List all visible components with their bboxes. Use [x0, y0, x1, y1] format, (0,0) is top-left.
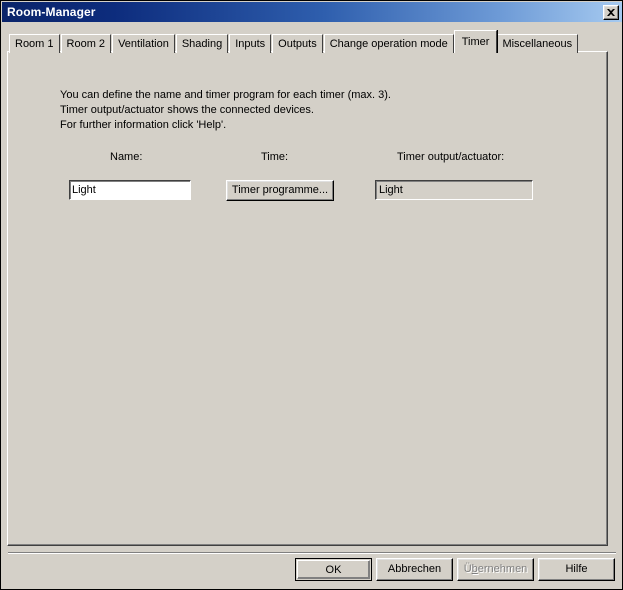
ok-button[interactable]: OK: [295, 558, 372, 581]
instruction-text: You can define the name and timer progra…: [60, 88, 391, 133]
help-button[interactable]: Hilfe: [538, 558, 615, 581]
button-separator: [8, 552, 616, 554]
tab-shading[interactable]: Shading: [175, 34, 229, 53]
apply-label-after: ernehmen: [477, 563, 528, 575]
tab-timer[interactable]: Timer: [453, 30, 498, 55]
tab-miscellaneous[interactable]: Miscellaneous: [496, 34, 579, 53]
tab-panel-timer: You can define the name and timer progra…: [7, 51, 608, 546]
apply-label-before: Ü: [463, 563, 472, 575]
title-bar[interactable]: Room-Manager: [2, 2, 622, 22]
instruction-line-3: For further information click 'Help'.: [60, 119, 227, 131]
window-title: Room-Manager: [7, 5, 96, 19]
tab-strip: Room 1 Room 2 Ventilation Shading Inputs…: [9, 30, 579, 55]
cancel-button[interactable]: Abbrechen: [376, 558, 453, 581]
close-button[interactable]: [603, 4, 619, 20]
timer-name-input[interactable]: [69, 180, 191, 200]
tab-outputs[interactable]: Outputs: [272, 34, 323, 53]
tab-ventilation[interactable]: Ventilation: [112, 34, 175, 53]
label-name: Name:: [110, 151, 143, 163]
timer-output-actuator-field: Light: [375, 180, 533, 200]
tab-change-operation-mode[interactable]: Change operation mode: [323, 34, 454, 53]
instruction-line-1: You can define the name and timer progra…: [60, 89, 391, 101]
tab-room-2[interactable]: Room 2: [60, 34, 112, 53]
timer-programme-button[interactable]: Timer programme...: [226, 180, 334, 201]
dialog-window: Room-Manager Room 1 Room 2 Ventilation S…: [0, 0, 623, 590]
tab-room-1[interactable]: Room 1: [9, 34, 60, 53]
ok-button-label: OK: [297, 560, 370, 579]
apply-button: Übernehmen: [457, 558, 534, 581]
tab-inputs[interactable]: Inputs: [229, 34, 272, 53]
instruction-line-2: Timer output/actuator shows the connecte…: [60, 104, 314, 116]
label-time: Time:: [261, 151, 289, 163]
label-timer-output-actuator: Timer output/actuator:: [397, 151, 505, 163]
